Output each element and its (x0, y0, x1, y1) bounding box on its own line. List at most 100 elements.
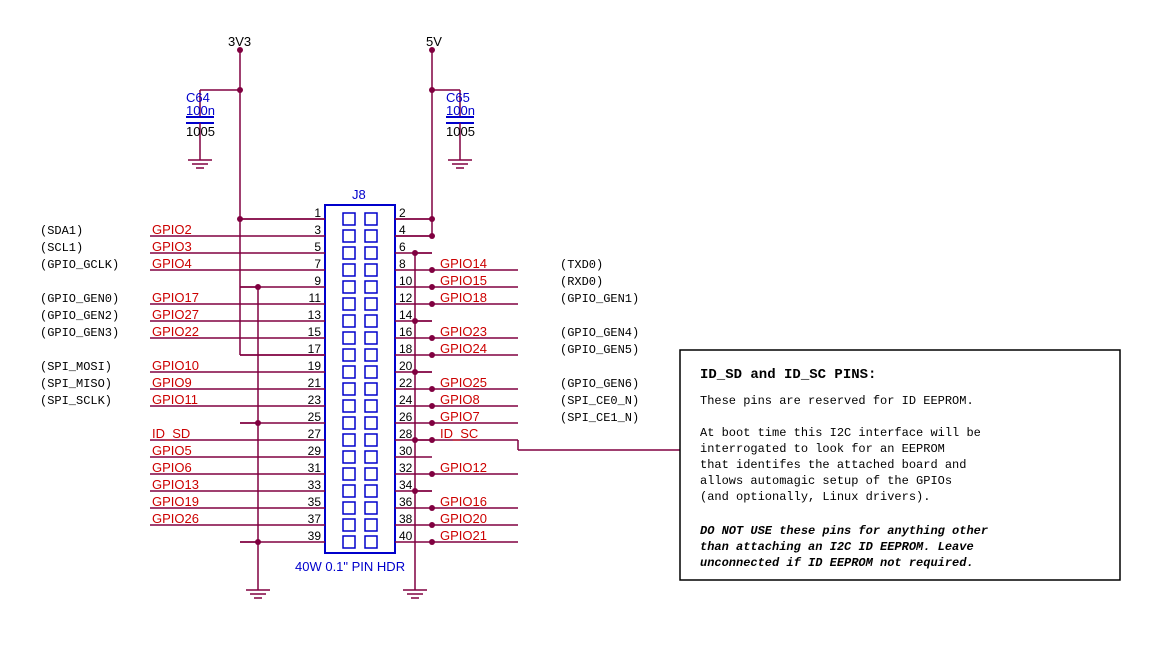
aux-label: (GPIO_GEN0) (40, 292, 119, 306)
cap-val: 100n (186, 103, 215, 118)
aux-label: (TXD0) (560, 258, 603, 272)
signal-label: GPIO9 (152, 375, 192, 390)
signal-label: GPIO8 (440, 392, 480, 407)
pin-number: 15 (308, 325, 322, 339)
pin-number: 12 (399, 291, 413, 305)
signal-label: GPIO15 (440, 273, 487, 288)
aux-label: (RXD0) (560, 275, 603, 289)
cap-pkg: 1005 (446, 124, 475, 139)
signal-label: GPIO20 (440, 511, 487, 526)
svg-text:allows automagic setup of the: allows automagic setup of the GPIOs (700, 474, 952, 488)
signal-label: GPIO14 (440, 256, 487, 271)
pin-number: 34 (399, 478, 413, 492)
aux-label: (GPIO_GEN6) (560, 377, 639, 391)
pin-number: 22 (399, 376, 413, 390)
pin-number: 31 (308, 461, 322, 475)
pin-number: 26 (399, 410, 413, 424)
svg-text:that identifes the attached bo: that identifes the attached board and (700, 458, 966, 472)
signal-label: GPIO19 (152, 494, 199, 509)
aux-label: (GPIO_GEN2) (40, 309, 119, 323)
pin-number: 16 (399, 325, 413, 339)
signal-label: GPIO10 (152, 358, 199, 373)
signal-label: GPIO27 (152, 307, 199, 322)
rail-3v3-label: 3V3 (228, 34, 251, 49)
note-title: ID_SD and ID_SC PINS: (700, 367, 876, 383)
pin-number: 33 (308, 478, 322, 492)
aux-label: (SPI_MISO) (40, 377, 112, 391)
pin-number: 37 (308, 512, 322, 526)
aux-label: (SPI_SCLK) (40, 394, 112, 408)
pin-number: 40 (399, 529, 413, 543)
pin-number: 6 (399, 240, 406, 254)
pin-number: 14 (399, 308, 413, 322)
svg-text:unconnected if ID EEPROM not r: unconnected if ID EEPROM not required. (700, 556, 974, 570)
pin-number: 5 (314, 240, 321, 254)
aux-label: (GPIO_GEN4) (560, 326, 639, 340)
pin-number: 3 (314, 223, 321, 237)
pin-number: 39 (308, 529, 322, 543)
aux-label: (SDA1) (40, 224, 83, 238)
pin-number: 18 (399, 342, 413, 356)
pin-number: 27 (308, 427, 322, 441)
pin-number: 4 (399, 223, 406, 237)
pin-number: 32 (399, 461, 413, 475)
pin-number: 19 (308, 359, 322, 373)
pin-number: 20 (399, 359, 413, 373)
signal-label: GPIO5 (152, 443, 192, 458)
pin-number: 35 (308, 495, 322, 509)
pin-number: 28 (399, 427, 413, 441)
signal-label: GPIO2 (152, 222, 192, 237)
signal-label: GPIO6 (152, 460, 192, 475)
pin-number: 11 (309, 291, 322, 305)
pin-number: 8 (399, 257, 406, 271)
note-warning: DO NOT USE these pins for anything other (700, 524, 988, 538)
signal-label: GPIO22 (152, 324, 199, 339)
header-refdes: J8 (352, 187, 366, 202)
signal-label: GPIO17 (152, 290, 199, 305)
pin-number: 21 (308, 376, 322, 390)
signal-label: GPIO11 (152, 392, 198, 407)
signal-label: GPIO13 (152, 477, 199, 492)
pin-number: 23 (308, 393, 322, 407)
pin-number: 2 (399, 206, 406, 220)
svg-text:At boot time this I2C interfac: At boot time this I2C interface will be (700, 426, 981, 440)
aux-label: (SPI_CE1_N) (560, 411, 639, 425)
signal-label: GPIO3 (152, 239, 192, 254)
aux-label: (GPIO_GEN3) (40, 326, 119, 340)
pin-number: 25 (308, 410, 322, 424)
svg-text:(and optionally, Linux drivers: (and optionally, Linux drivers). (700, 490, 930, 504)
aux-label: (GPIO_GCLK) (40, 258, 119, 272)
aux-label: (GPIO_GEN5) (560, 343, 639, 357)
pin-number: 9 (314, 274, 321, 288)
signal-label: GPIO24 (440, 341, 487, 356)
pin-number: 24 (399, 393, 413, 407)
pin-number: 29 (308, 444, 322, 458)
svg-text:than attaching an I2C ID EEPRO: than attaching an I2C ID EEPROM. Leave (700, 540, 974, 554)
aux-label: (SPI_CE0_N) (560, 394, 639, 408)
signal-label: GPIO23 (440, 324, 487, 339)
aux-label: (SCL1) (40, 241, 83, 255)
signal-label: GPIO4 (152, 256, 192, 271)
signal-label: ID_SD (152, 426, 190, 441)
signal-label: GPIO7 (440, 409, 480, 424)
signal-label: GPIO18 (440, 290, 487, 305)
rail-5v-label: 5V (426, 34, 442, 49)
cap-val: 100n (446, 103, 475, 118)
signal-label: GPIO21 (440, 528, 487, 543)
cap-pkg: 1005 (186, 124, 215, 139)
aux-label: (GPIO_GEN1) (560, 292, 639, 306)
gpio-header-schematic: J840W 0.1" PIN HDR3V35VC64100n1005C65100… (0, 0, 1157, 654)
signal-label: GPIO26 (152, 511, 199, 526)
pin-number: 38 (399, 512, 413, 526)
header-desc: 40W 0.1" PIN HDR (295, 559, 405, 574)
pin-number: 7 (314, 257, 321, 271)
signal-label: GPIO25 (440, 375, 487, 390)
signal-label: ID_SC (440, 426, 478, 441)
pin-number: 1 (314, 206, 321, 220)
aux-label: (SPI_MOSI) (40, 360, 112, 374)
note-text: These pins are reserved for ID EEPROM. (700, 394, 974, 408)
signal-label: GPIO12 (440, 460, 487, 475)
pin-number: 13 (308, 308, 322, 322)
svg-text:interrogated to look for an EE: interrogated to look for an EEPROM (700, 442, 945, 456)
pin-header (325, 205, 395, 553)
